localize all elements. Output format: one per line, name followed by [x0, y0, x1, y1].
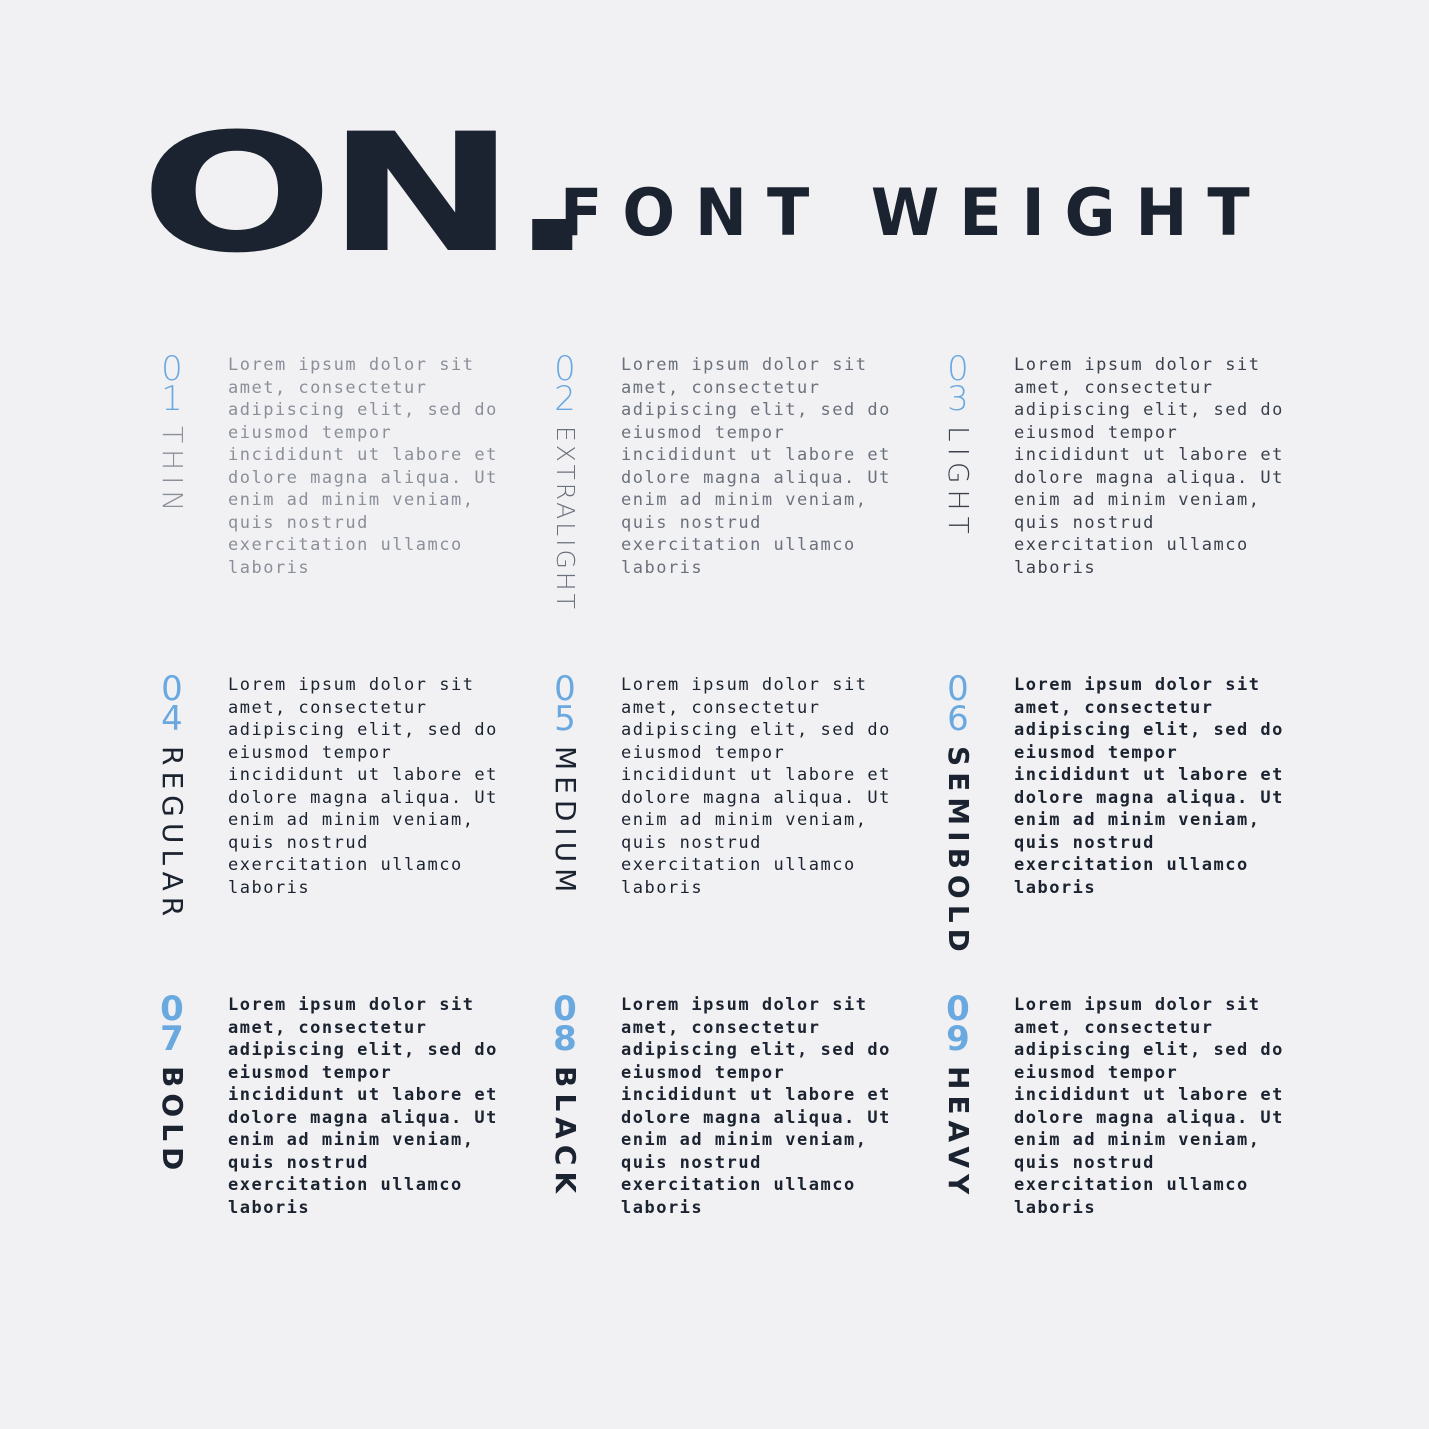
- weight-cell-thin: 01 THIN Lorem ipsum dolor sit amet, cons…: [152, 349, 532, 654]
- weight-number: 03: [947, 349, 969, 419]
- sample-paragraph: Lorem ipsum dolor sit amet, consectetur …: [621, 995, 891, 1218]
- weight-number: 05: [554, 669, 576, 739]
- weight-cell-heavy: 09 HEAVY Lorem ipsum dolor sit amet, con…: [938, 989, 1318, 1284]
- weight-number: 09: [946, 989, 970, 1059]
- sample-paragraph: Lorem ipsum dolor sit amet, consectetur …: [621, 675, 891, 898]
- weight-number: 08: [553, 989, 577, 1059]
- sample-paragraph: Lorem ipsum dolor sit amet, consectetur …: [621, 355, 891, 578]
- weight-name: BOLD: [156, 1066, 189, 1177]
- weight-name: LIGHT: [942, 426, 975, 540]
- weight-cell-semibold: 06 SEMIBOLD Lorem ipsum dolor sit amet, …: [938, 669, 1318, 964]
- weight-number: 06: [947, 669, 969, 739]
- header: ON. FONT WEIGHT: [140, 112, 1300, 276]
- weight-name: THIN: [156, 426, 189, 518]
- weight-cell-regular: 04 REGULAR Lorem ipsum dolor sit amet, c…: [152, 669, 532, 964]
- sample-paragraph: Lorem ipsum dolor sit amet, consectetur …: [1014, 995, 1284, 1218]
- weight-name: MEDIUM: [549, 746, 582, 899]
- sample-paragraph: Lorem ipsum dolor sit amet, consectetur …: [228, 675, 498, 898]
- weight-name: REGULAR: [156, 746, 189, 923]
- weight-cell-black: 08 BLACK Lorem ipsum dolor sit amet, con…: [545, 989, 925, 1284]
- weight-cell-extralight: 02 EXTRALIGHT Lorem ipsum dolor sit amet…: [545, 349, 925, 664]
- weight-cell-bold: 07 BOLD Lorem ipsum dolor sit amet, cons…: [152, 989, 532, 1284]
- sample-paragraph: Lorem ipsum dolor sit amet, consectetur …: [1014, 675, 1284, 898]
- sample-paragraph: Lorem ipsum dolor sit amet, consectetur …: [1014, 355, 1284, 578]
- weight-number: 01: [161, 349, 183, 419]
- logo: ON.: [140, 98, 596, 289]
- weight-cell-medium: 05 MEDIUM Lorem ipsum dolor sit amet, co…: [545, 669, 925, 964]
- weight-name: SEMIBOLD: [942, 746, 975, 958]
- weight-name: EXTRALIGHT: [551, 426, 580, 612]
- weight-number: 02: [554, 349, 576, 419]
- weight-number: 04: [161, 669, 183, 739]
- sample-paragraph: Lorem ipsum dolor sit amet, consectetur …: [228, 355, 498, 578]
- weight-number: 07: [160, 989, 184, 1059]
- weight-name: HEAVY: [942, 1066, 975, 1201]
- weight-cell-light: 03 LIGHT Lorem ipsum dolor sit amet, con…: [938, 349, 1318, 654]
- page-title: FONT WEIGHT: [560, 174, 1270, 251]
- weight-name: BLACK: [549, 1066, 582, 1200]
- sample-paragraph: Lorem ipsum dolor sit amet, consectetur …: [228, 995, 498, 1218]
